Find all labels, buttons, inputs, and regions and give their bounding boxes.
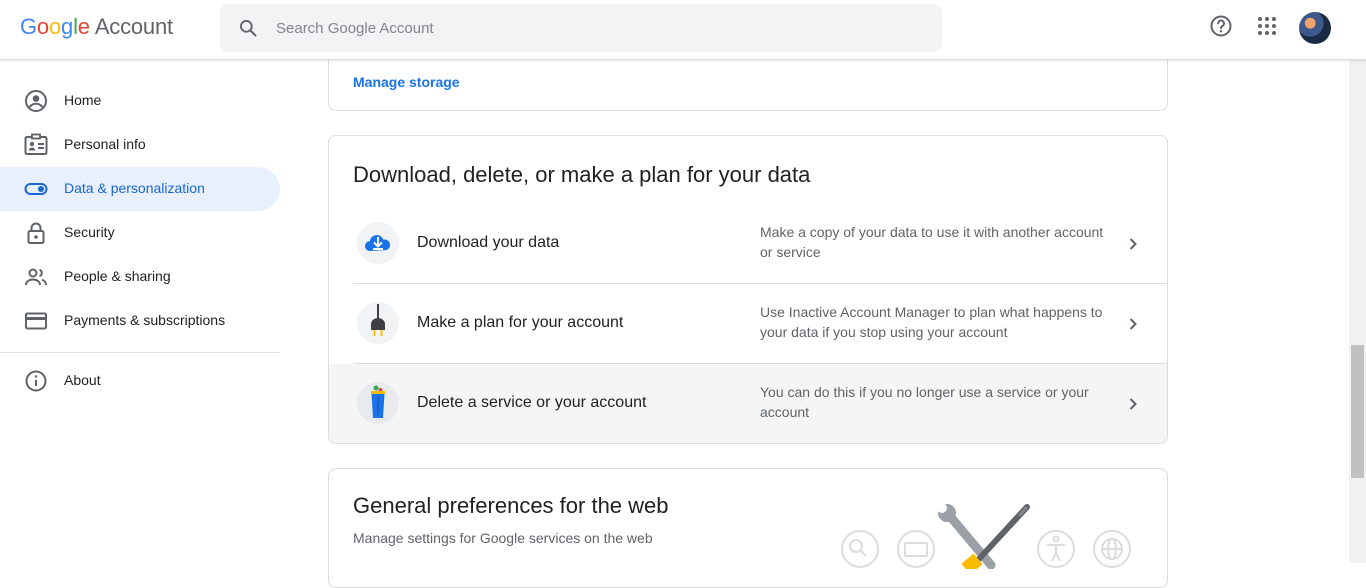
row-description: Make a copy of your data to use it with …	[760, 224, 1104, 260]
sidebar-item-label: Home	[64, 92, 102, 108]
logo-letter: o	[36, 14, 49, 39]
people-icon	[25, 268, 47, 286]
sidebar-item-home[interactable]: Home	[0, 79, 280, 123]
logo-product-name: Account	[94, 14, 173, 39]
logo-letter: o	[48, 14, 62, 39]
sidebar-item-about[interactable]: About	[0, 359, 280, 403]
logo-letter: e	[77, 14, 90, 39]
page-scrollbar[interactable]	[1349, 60, 1366, 563]
card-title: Download, delete, or make a plan for you…	[353, 162, 811, 187]
apps-grid-icon[interactable]	[1255, 14, 1279, 38]
sidebar-item-label: Personal info	[64, 136, 146, 152]
row-title: Download your data	[417, 234, 560, 251]
card-subtitle: Manage settings for Google services on t…	[353, 530, 653, 546]
chevron-right-icon	[1129, 318, 1137, 330]
sidebar-item-label: People & sharing	[64, 268, 171, 284]
general-preferences-card: General preferences for the web Manage s…	[328, 468, 1168, 588]
sidebar-item-payments-subscriptions[interactable]: Payments & subscriptions	[0, 299, 280, 343]
row-title: Make a plan for your account	[417, 314, 624, 331]
app-header: Google Account	[0, 0, 1366, 60]
logo-letter: G	[20, 14, 37, 39]
sidebar-item-label: Payments & subscriptions	[64, 312, 226, 328]
avatar[interactable]	[1299, 12, 1331, 44]
lock-icon	[27, 222, 45, 244]
sidebar-item-security[interactable]: Security	[0, 211, 280, 255]
row-description: You can do this if you no longer use a s…	[760, 384, 1089, 420]
manage-storage-link[interactable]: Manage storage	[353, 74, 460, 90]
sidebar-item-label: About	[64, 372, 101, 388]
sidebar-item-data-personalization[interactable]: Data & personalization	[0, 167, 280, 211]
account-circle-icon	[25, 90, 47, 112]
id-card-icon	[24, 133, 48, 155]
sidebar-divider	[0, 352, 280, 353]
trash-bin-icon	[357, 382, 399, 424]
google-account-logo[interactable]: Google Account	[20, 14, 173, 40]
card-title: General preferences for the web	[353, 493, 669, 518]
info-icon	[25, 370, 47, 392]
help-icon[interactable]	[1209, 14, 1233, 38]
logo-letter: g	[61, 14, 74, 39]
sidebar-item-personal-info[interactable]: Personal info	[0, 123, 280, 167]
sidebar-item-label: Data & personalization	[64, 180, 205, 196]
search-input[interactable]	[276, 4, 916, 52]
download-delete-plan-card: Download, delete, or make a plan for you…	[328, 135, 1168, 444]
scrollbar-thumb[interactable]	[1351, 345, 1364, 478]
sidebar-item-label: Security	[64, 224, 115, 240]
sidebar-nav: Home Personal info Data & personalizatio…	[0, 60, 280, 563]
plug-icon	[357, 302, 399, 344]
delete-service-account-row[interactable]: Delete a service or your account You can…	[329, 364, 1167, 443]
credit-card-icon	[25, 312, 47, 330]
cloud-download-icon	[357, 222, 399, 264]
search-bar[interactable]	[220, 4, 942, 52]
download-your-data-row[interactable]: Download your data Make a copy of your d…	[353, 204, 1167, 284]
search-icon[interactable]	[238, 18, 258, 38]
toggle-icon	[24, 183, 48, 195]
make-a-plan-row[interactable]: Make a plan for your account Use Inactiv…	[353, 284, 1167, 364]
tools-illustration-icon	[841, 503, 1131, 569]
chevron-right-icon	[1129, 238, 1137, 250]
row-description: Use Inactive Account Manager to plan wha…	[760, 304, 1103, 340]
row-title: Delete a service or your account	[417, 394, 647, 411]
sidebar-item-people-sharing[interactable]: People & sharing	[0, 255, 280, 299]
chevron-right-icon	[1129, 398, 1137, 410]
